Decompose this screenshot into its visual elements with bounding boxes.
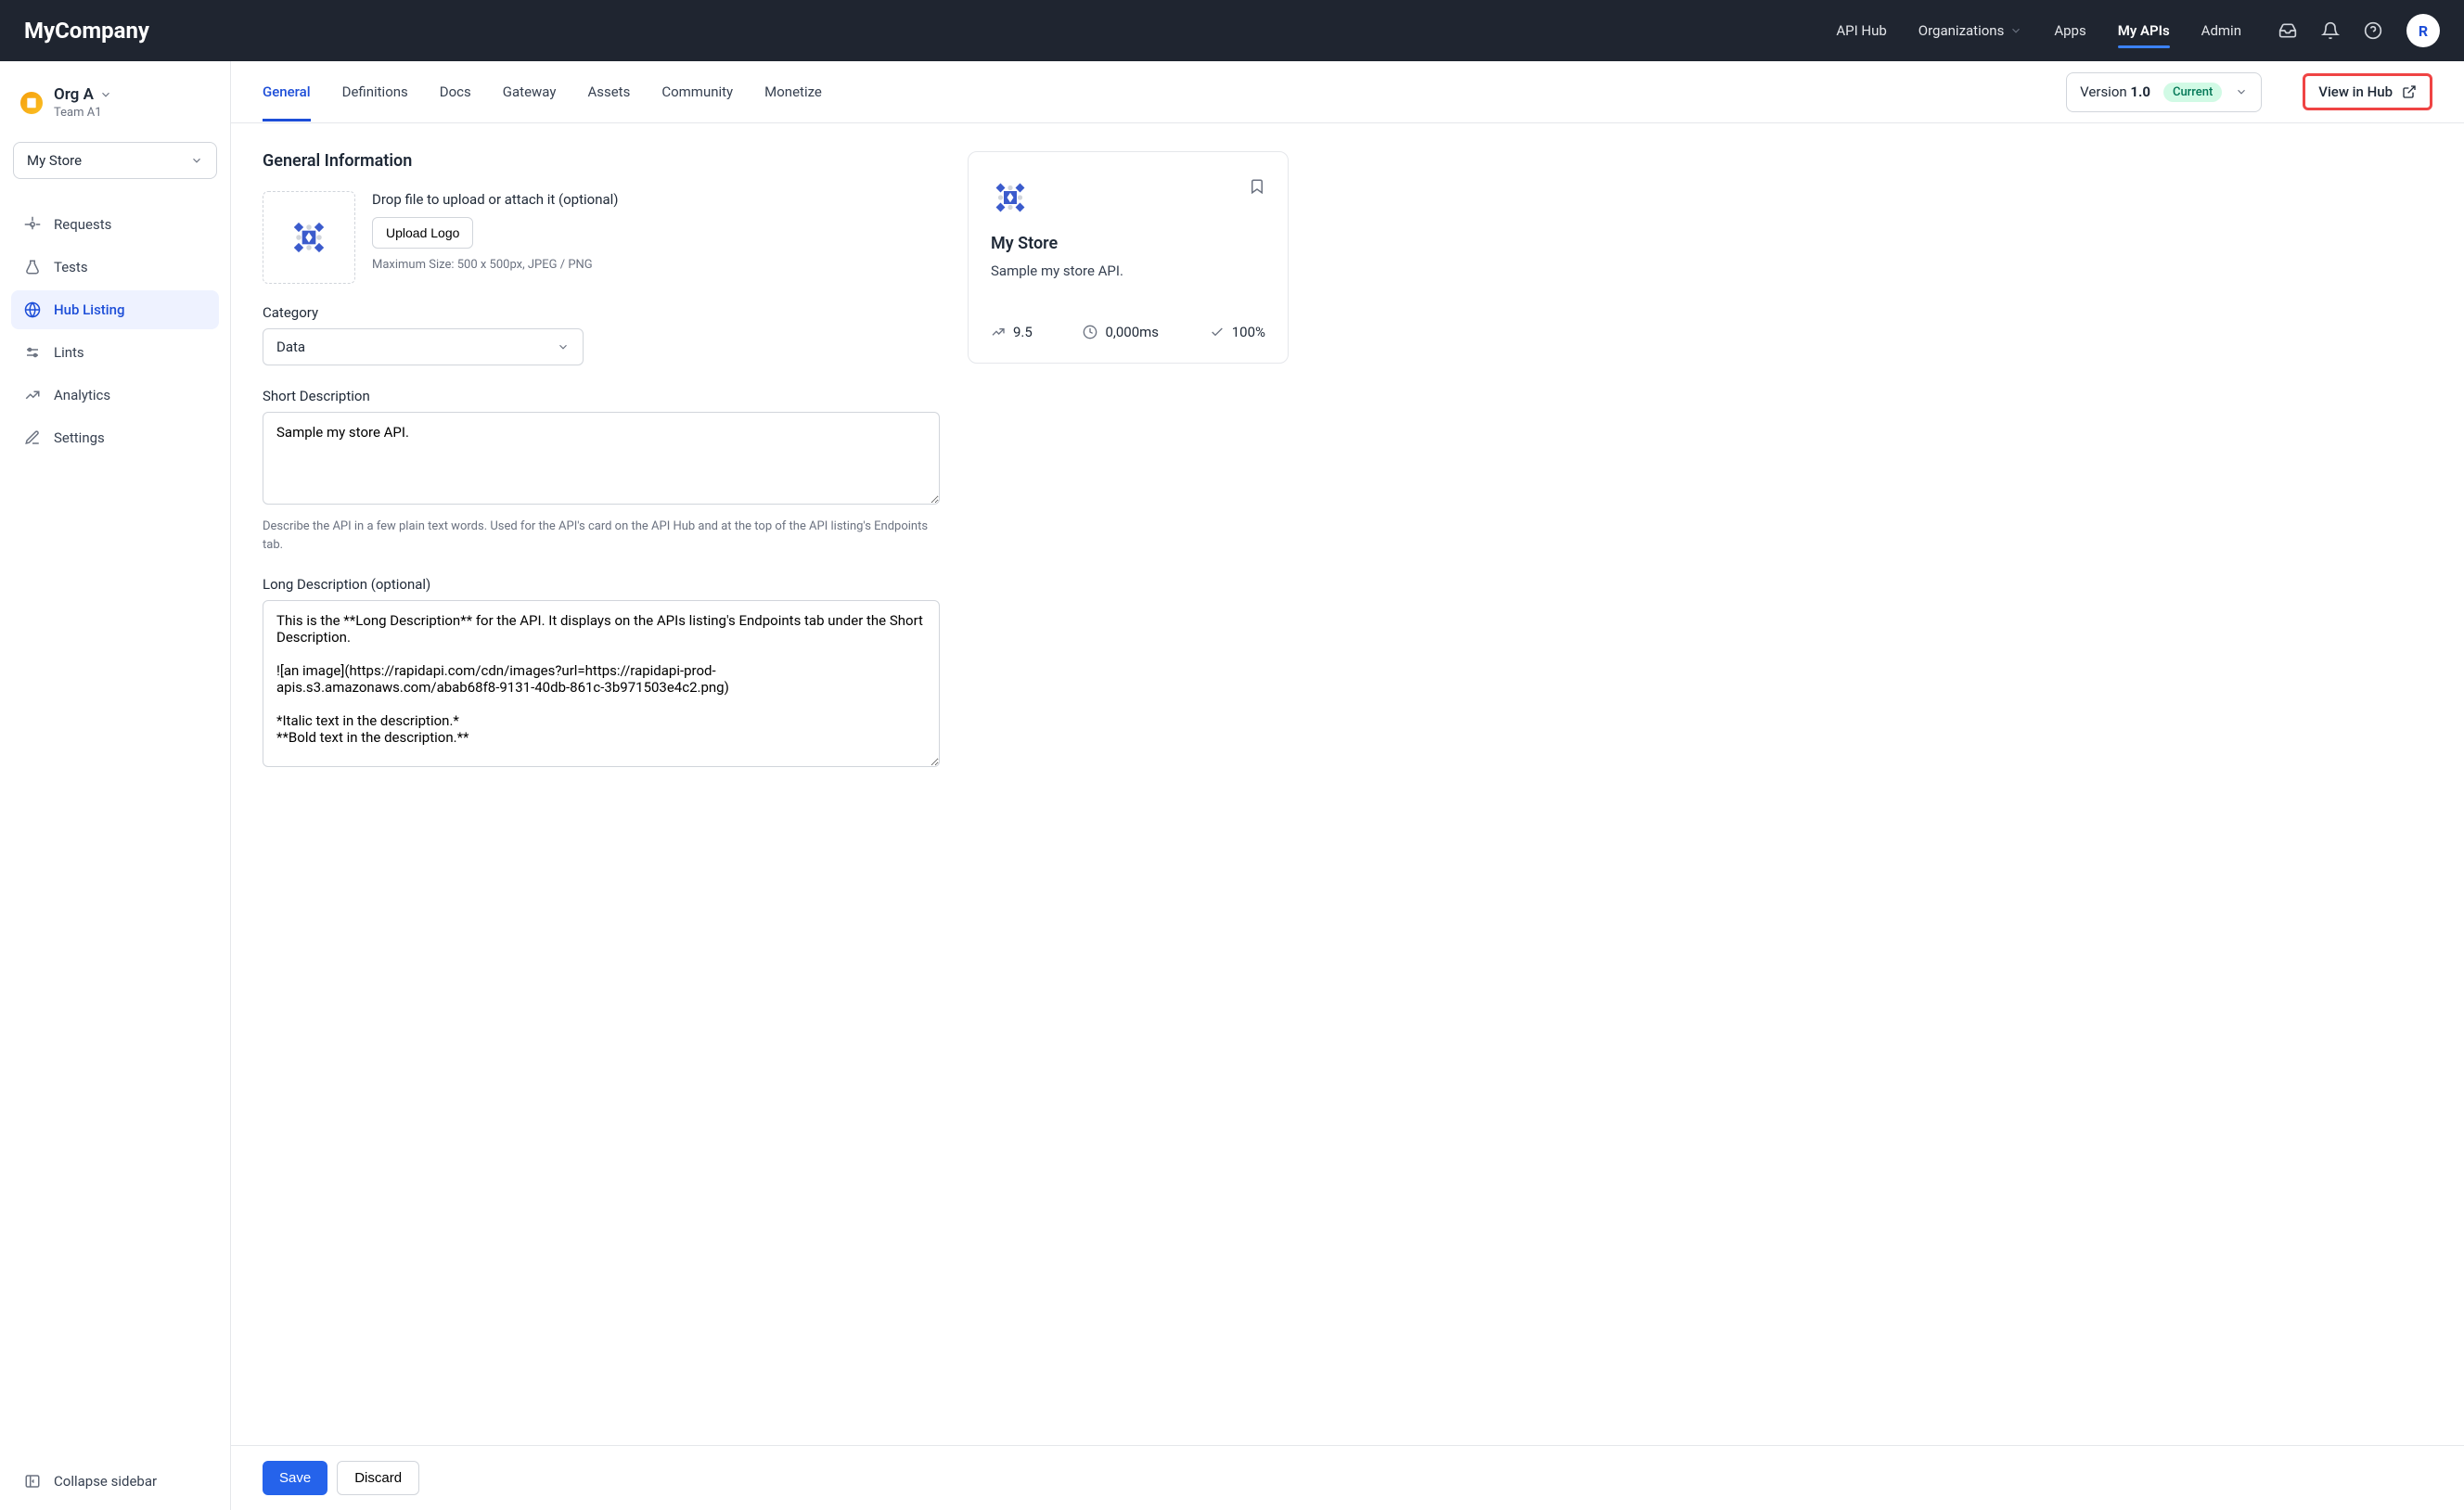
preview-title: My Store <box>991 234 1265 253</box>
nav-organizations[interactable]: Organizations <box>1919 4 2023 58</box>
short-desc-label: Short Description <box>263 388 940 404</box>
chevron-down-icon <box>2235 85 2248 98</box>
inbox-icon[interactable] <box>2278 21 2297 40</box>
team-label: Team A1 <box>54 106 112 120</box>
nav-organizations-label: Organizations <box>1919 22 2005 39</box>
sidebar-item-tests[interactable]: Tests <box>11 248 219 287</box>
top-icons: R <box>2278 14 2440 47</box>
requests-icon <box>24 216 41 233</box>
external-link-icon <box>2402 84 2417 99</box>
collapse-icon <box>24 1473 41 1490</box>
tab-definitions[interactable]: Definitions <box>342 63 408 121</box>
upload-dropzone[interactable] <box>263 191 355 284</box>
avatar[interactable]: R <box>2406 14 2440 47</box>
tab-bar: General Definitions Docs Gateway Assets … <box>231 61 2464 123</box>
stat-success: 100% <box>1210 324 1265 340</box>
sidebar-item-analytics[interactable]: Analytics <box>11 376 219 415</box>
tab-community[interactable]: Community <box>661 63 733 121</box>
category-select[interactable]: Data <box>263 328 584 365</box>
tab-general[interactable]: General <box>263 63 311 121</box>
chevron-down-icon <box>2009 24 2022 37</box>
sidebar-item-requests[interactable]: Requests <box>11 205 219 244</box>
sidebar-item-settings[interactable]: Settings <box>11 418 219 457</box>
section-title: General Information <box>263 151 940 171</box>
top-bar: MyCompany API Hub Organizations Apps My … <box>0 0 2464 61</box>
preview-card: My Store Sample my store API. 9.5 0,000m… <box>968 151 1289 364</box>
short-desc-input[interactable] <box>263 412 940 505</box>
sliders-icon <box>24 344 41 361</box>
nav-api-hub[interactable]: API Hub <box>1836 4 1886 58</box>
nav-my-apis[interactable]: My APIs <box>2118 4 2170 58</box>
long-desc-label: Long Description (optional) <box>263 576 940 593</box>
org-name-label: Org A <box>54 85 94 104</box>
tab-monetize[interactable]: Monetize <box>764 63 822 121</box>
stat-popularity: 9.5 <box>991 324 1033 340</box>
tab-gateway[interactable]: Gateway <box>503 63 557 121</box>
tab-docs[interactable]: Docs <box>440 63 471 121</box>
version-label: Version 1.0 <box>2080 83 2150 100</box>
default-logo-icon <box>289 217 329 258</box>
upload-constraint: Maximum Size: 500 x 500px, JPEG / PNG <box>372 258 619 272</box>
long-desc-input[interactable] <box>263 600 940 767</box>
sidebar-item-lints[interactable]: Lints <box>11 333 219 372</box>
view-in-hub-button[interactable]: View in Hub <box>2303 73 2432 110</box>
org-logo-icon <box>20 92 43 114</box>
category-label: Category <box>263 304 940 321</box>
sidebar: Org A Team A1 My Store Requests Tests Hu… <box>0 61 231 1510</box>
stat-latency: 0,000ms <box>1083 324 1159 340</box>
footer-bar: Save Discard <box>231 1445 2464 1510</box>
help-icon[interactable] <box>2364 21 2382 40</box>
version-selector[interactable]: Version 1.0 Current <box>2066 72 2262 112</box>
upload-hint: Drop file to upload or attach it (option… <box>372 191 619 208</box>
chevron-down-icon <box>99 88 112 101</box>
top-nav: API Hub Organizations Apps My APIs Admin <box>1836 4 2241 58</box>
flask-icon <box>24 259 41 275</box>
preview-subtitle: Sample my store API. <box>991 262 1265 279</box>
globe-icon <box>24 301 41 318</box>
short-desc-help: Describe the API in a few plain text wor… <box>263 518 940 554</box>
nav-apps[interactable]: Apps <box>2054 4 2085 58</box>
preview-logo-icon <box>991 178 1030 217</box>
discard-button[interactable]: Discard <box>337 1461 419 1495</box>
collapse-sidebar[interactable]: Collapse sidebar <box>11 1458 219 1510</box>
check-icon <box>1210 325 1225 339</box>
save-button[interactable]: Save <box>263 1461 327 1495</box>
trend-icon <box>991 325 1006 339</box>
chevron-down-icon <box>557 340 570 353</box>
brand-logo: MyCompany <box>24 18 149 44</box>
bell-icon[interactable] <box>2321 21 2340 40</box>
pencil-icon <box>24 429 41 446</box>
clock-icon <box>1083 325 1097 339</box>
chart-icon <box>24 387 41 403</box>
sidebar-item-hub-listing[interactable]: Hub Listing <box>11 290 219 329</box>
upload-logo-button[interactable]: Upload Logo <box>372 217 473 249</box>
bookmark-icon[interactable] <box>1249 178 1265 195</box>
store-selector-label: My Store <box>27 152 82 169</box>
tab-assets[interactable]: Assets <box>587 63 630 121</box>
nav-admin[interactable]: Admin <box>2201 4 2241 58</box>
version-badge: Current <box>2163 83 2222 102</box>
store-selector[interactable]: My Store <box>13 142 217 179</box>
org-selector[interactable]: Org A Team A1 <box>11 80 219 133</box>
chevron-down-icon <box>190 154 203 167</box>
